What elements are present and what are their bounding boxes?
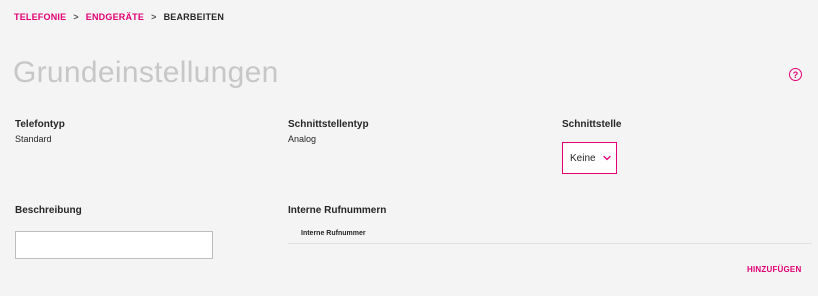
interne-rufnummern-label: Interne Rufnummern	[288, 205, 387, 216]
breadcrumb-current: BEARBEITEN	[163, 12, 225, 22]
schnittstelle-select[interactable]: Keine	[562, 142, 617, 174]
page-title: Grundeinstellungen	[13, 56, 279, 89]
add-rufnummer-button[interactable]: HINZUFÜGEN	[747, 265, 801, 274]
schnittstelle-selected-value: Keine	[570, 152, 596, 164]
telefontyp-value: Standard	[15, 134, 52, 144]
breadcrumb-endgeraete-link[interactable]: ENDGERÄTE	[86, 12, 144, 22]
interne-rufnummern-table-header: Interne Rufnummer	[288, 225, 812, 244]
column-header-interne-rufnummer: Interne Rufnummer	[301, 230, 366, 237]
beschreibung-input[interactable]	[15, 231, 213, 259]
schnittstelle-label: Schnittstelle	[562, 119, 622, 130]
schnittstellentyp-label: Schnittstellentyp	[288, 119, 369, 130]
breadcrumb: TELEFONIE > ENDGERÄTE > BEARBEITEN	[14, 12, 224, 22]
schnittstellentyp-value: Analog	[288, 134, 317, 144]
chevron-down-icon	[602, 155, 611, 161]
help-icon[interactable]: ?	[789, 68, 802, 81]
beschreibung-label: Beschreibung	[15, 205, 82, 216]
breadcrumb-separator: >	[73, 12, 79, 22]
breadcrumb-separator: >	[151, 12, 157, 22]
telefontyp-label: Telefontyp	[15, 119, 65, 130]
breadcrumb-telefonie-link[interactable]: TELEFONIE	[14, 12, 66, 22]
